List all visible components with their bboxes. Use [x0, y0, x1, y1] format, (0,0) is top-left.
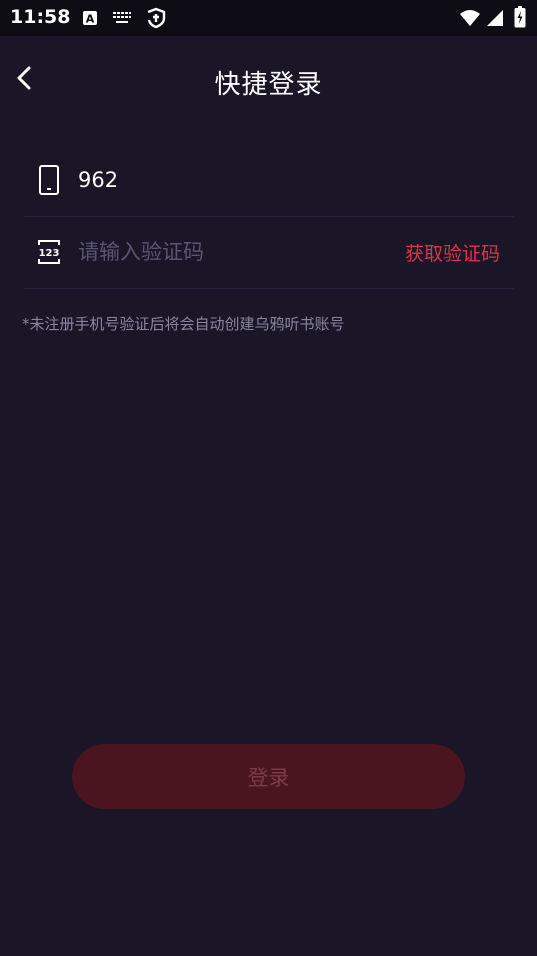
- signal-icon: [487, 10, 503, 26]
- header: 快捷登录: [0, 36, 537, 126]
- wifi-icon: [460, 10, 480, 26]
- status-bar: 11:58 A: [0, 0, 537, 36]
- phone-icon: [39, 165, 59, 195]
- page-title: 快捷登录: [214, 70, 323, 100]
- register-notice: *未注册手机号验证后将会自动创建乌鸦听书账号: [22, 315, 345, 333]
- verification-code-icon: 123: [38, 240, 60, 264]
- get-code-button[interactable]: 获取验证码: [405, 239, 500, 266]
- phone-row: [24, 144, 514, 217]
- code-row: 123 获取验证码: [24, 216, 514, 289]
- accessibility-icon: A: [83, 11, 97, 26]
- svg-text:A: A: [86, 13, 95, 26]
- svg-text:123: 123: [39, 248, 60, 259]
- battery-icon: [514, 6, 526, 28]
- debug-icon: [147, 7, 166, 29]
- login-button-label: 登录: [247, 765, 290, 790]
- verification-code-input[interactable]: [78, 234, 378, 270]
- phone-input[interactable]: [78, 162, 378, 198]
- keyboard-icon: [113, 12, 131, 23]
- status-time: 11:58: [10, 6, 71, 28]
- login-button[interactable]: 登录: [72, 744, 465, 809]
